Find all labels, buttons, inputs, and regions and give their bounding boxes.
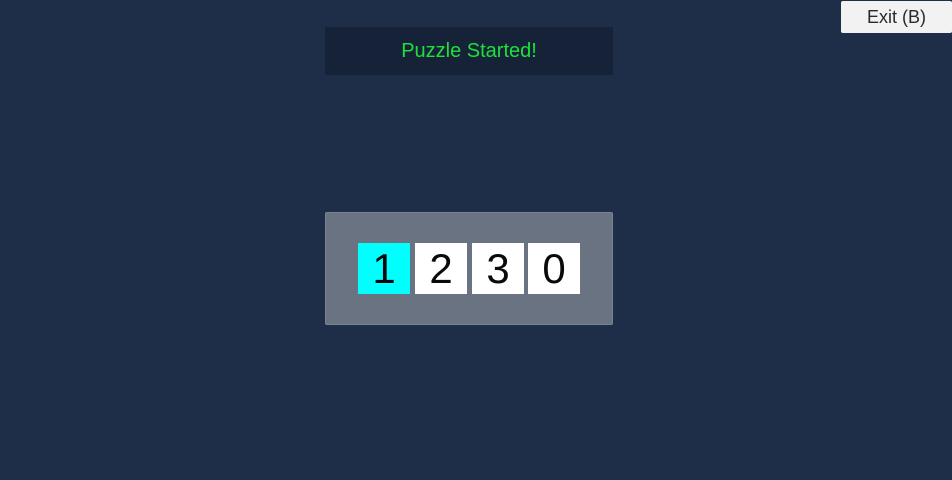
digit-slot-1[interactable]: 1 bbox=[358, 243, 410, 294]
digit-slot-3[interactable]: 3 bbox=[472, 243, 524, 294]
exit-button[interactable]: Exit (B) bbox=[841, 1, 952, 33]
digit-slot-2[interactable]: 2 bbox=[415, 243, 467, 294]
digit-slot-4[interactable]: 0 bbox=[528, 243, 580, 294]
status-message: Puzzle Started! bbox=[401, 39, 537, 62]
status-banner: Puzzle Started! bbox=[325, 27, 613, 75]
code-lock-panel: 1 2 3 0 bbox=[325, 212, 613, 325]
